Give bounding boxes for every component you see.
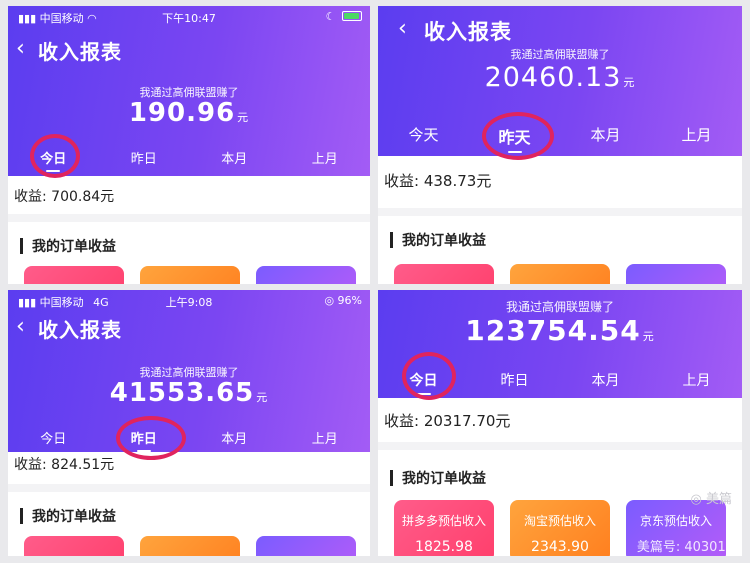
income-card-taobao[interactable]: 淘宝预估收入 2343.90 [510, 500, 610, 556]
earnings-amount: 190.96 元 [128, 98, 250, 128]
tab-yesterday[interactable]: 昨日 [99, 148, 190, 167]
earnings-caption: 我通过高佣联盟赚了 [505, 300, 614, 314]
highlight-circle [482, 112, 554, 160]
section-title: 我的订单收益 [390, 468, 486, 488]
tab-last-month[interactable]: 上月 [651, 370, 742, 390]
section-divider [378, 442, 742, 450]
section-divider [378, 208, 742, 216]
period-tabs: 今天 昨天 本月 上月 [378, 124, 742, 153]
status-bar: ▮▮▮ 中国移动 ◠ 下午10:47 ☾ [8, 6, 370, 28]
income-card-taobao[interactable] [140, 536, 240, 556]
income-row: 收益: 20317.70元 [384, 412, 511, 430]
income-row: 收益: 700.84元 [14, 189, 115, 205]
earnings-amount: 123754.54 元 [465, 314, 655, 347]
tab-last-month[interactable]: 上月 [280, 428, 371, 447]
tab-last-month[interactable]: 上月 [280, 148, 371, 167]
status-time: 上午9:08 [165, 296, 213, 309]
tab-yesterday[interactable]: 昨日 [469, 370, 560, 390]
income-row: 收益: 824.51元 [14, 457, 115, 473]
income-card-jd[interactable] [256, 536, 356, 556]
income-report-header: ▮▮▮ 中国移动 4G 上午9:08 ◎ 96% ‹ 收入报表 我通过高佣联盟赚… [8, 290, 370, 452]
income-card-pinduoduo[interactable] [394, 264, 494, 284]
tab-today[interactable]: 今日 [8, 428, 99, 447]
highlight-circle [116, 416, 186, 460]
income-card-pinduoduo[interactable] [24, 266, 124, 284]
tab-this-month[interactable]: 本月 [560, 124, 651, 148]
section-title: 我的订单收益 [20, 506, 116, 526]
moon-icon: ☾ [325, 10, 336, 23]
watermark-logo: ◎ 美篇 [690, 492, 733, 507]
tab-this-month[interactable]: 本月 [189, 148, 280, 167]
earnings-amount: 20460.13 元 [484, 62, 636, 93]
tab-last-month[interactable]: 上月 [651, 124, 742, 148]
income-card-jd[interactable] [256, 266, 356, 284]
chevron-left-icon[interactable]: ‹ [16, 314, 25, 339]
battery-icon [342, 11, 362, 21]
screenshot-panel-3: ▮▮▮ 中国移动 4G 上午9:08 ◎ 96% ‹ 收入报表 我通过高佣联盟赚… [8, 290, 370, 556]
status-icons: ☾ [326, 10, 362, 23]
status-icons: ◎ 96% [324, 294, 362, 307]
screenshot-panel-1: ▮▮▮ 中国移动 ◠ 下午10:47 ☾ ‹ 收入报表 我通过高佣联盟赚了 19… [8, 6, 370, 284]
income-card-pinduoduo[interactable] [24, 536, 124, 556]
tab-this-month[interactable]: 本月 [560, 370, 651, 390]
tab-today[interactable]: 今天 [378, 124, 469, 148]
screenshot-panel-4: 我通过高佣联盟赚了 123754.54 元 今日 昨日 本月 上月 收益: 203… [378, 290, 742, 556]
section-divider [8, 484, 370, 492]
section-divider [8, 214, 370, 222]
status-bar: ▮▮▮ 中国移动 4G 上午9:08 ◎ 96% [8, 290, 370, 312]
tab-this-month[interactable]: 本月 [189, 428, 280, 447]
watermark-id: 美篇号: 403013 [636, 540, 734, 555]
income-report-header: ‹ 收入报表 我通过高佣联盟赚了 20460.13 元 今天 昨天 本月 上月 [378, 6, 742, 156]
period-tabs: 今日 昨日 本月 上月 [8, 428, 371, 452]
highlight-circle [402, 352, 456, 400]
chevron-left-icon[interactable]: ‹ [16, 36, 25, 61]
income-card-taobao[interactable] [140, 266, 240, 284]
screenshot-panel-2: ‹ 收入报表 我通过高佣联盟赚了 20460.13 元 今天 昨天 本月 上月 收… [378, 6, 742, 284]
earnings-amount: 41553.65 元 [109, 378, 269, 408]
chevron-left-icon[interactable]: ‹ [398, 16, 407, 41]
highlight-circle [30, 134, 80, 178]
section-title: 我的订单收益 [390, 230, 486, 250]
income-row: 收益: 438.73元 [384, 172, 492, 190]
watermark-icon: ◎ [690, 492, 702, 507]
page-title: 收入报表 [38, 40, 122, 64]
earnings-caption: 我通过高佣联盟赚了 [510, 48, 610, 61]
alarm-icon: ◎ [324, 294, 335, 307]
income-card-pinduoduo[interactable]: 拼多多预估收入 1825.98 [394, 500, 494, 556]
status-time: 下午10:47 [162, 12, 216, 25]
page-title: 收入报表 [424, 20, 512, 44]
income-card-jd[interactable] [626, 264, 726, 284]
income-card-taobao[interactable] [510, 264, 610, 284]
section-title: 我的订单收益 [20, 236, 116, 256]
page-title: 收入报表 [38, 318, 122, 342]
